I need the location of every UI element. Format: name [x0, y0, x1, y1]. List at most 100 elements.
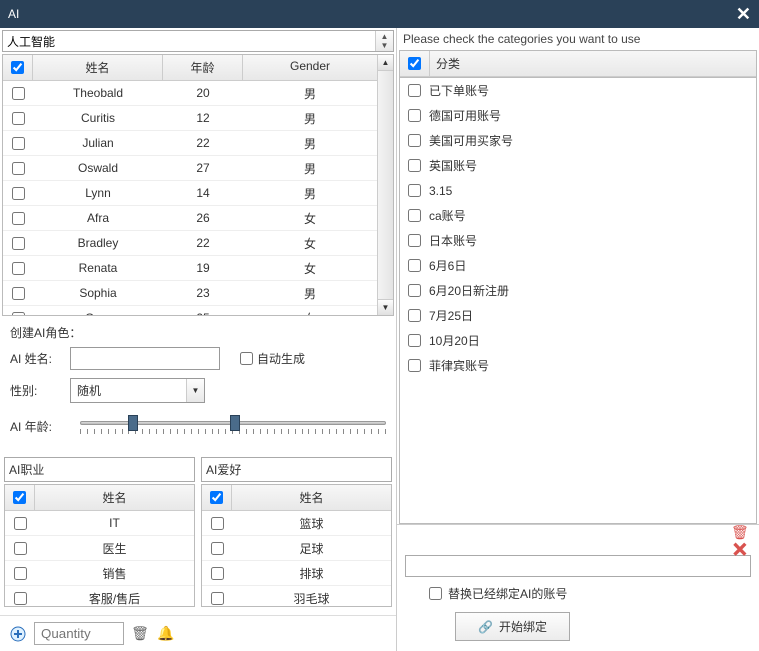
window-title: AI: [8, 7, 19, 21]
row-checkbox[interactable]: [12, 312, 25, 316]
table-row[interactable]: Sophia23男: [3, 281, 377, 306]
item-checkbox[interactable]: [211, 517, 224, 530]
row-checkbox[interactable]: [12, 212, 25, 225]
auto-generate-checkbox[interactable]: [240, 352, 253, 365]
cell-name: Theobald: [33, 86, 163, 100]
select-all-checkbox[interactable]: [11, 61, 24, 74]
category-checkbox[interactable]: [408, 334, 421, 347]
table-row[interactable]: Gary25女: [3, 306, 377, 315]
job-col-header[interactable]: 姓名: [35, 485, 194, 510]
col-gender[interactable]: Gender: [243, 55, 377, 80]
row-checkbox[interactable]: [12, 137, 25, 150]
category-checkbox[interactable]: [408, 84, 421, 97]
category-checkbox[interactable]: [408, 359, 421, 372]
category-row[interactable]: 10月20日: [400, 328, 756, 353]
table-row[interactable]: Oswald27男: [3, 156, 377, 181]
add-icon[interactable]: [8, 624, 28, 644]
category-row[interactable]: 已下单账号: [400, 78, 756, 103]
category-select-all[interactable]: [408, 57, 421, 70]
category-checkbox[interactable]: [408, 134, 421, 147]
cell-name: Curitis: [33, 111, 163, 125]
cell-age: 20: [163, 86, 243, 100]
list-item[interactable]: 客服/售后: [5, 586, 194, 607]
table-row[interactable]: Bradley22女: [3, 231, 377, 256]
item-checkbox[interactable]: [211, 592, 224, 605]
table-row[interactable]: Curitis12男: [3, 106, 377, 131]
category-checkbox[interactable]: [408, 184, 421, 197]
item-checkbox[interactable]: [14, 517, 27, 530]
list-item[interactable]: 羽毛球: [202, 586, 391, 607]
trash-icon[interactable]: 🗑: [130, 624, 150, 644]
col-age[interactable]: 年龄: [163, 55, 243, 80]
item-checkbox[interactable]: [14, 542, 27, 555]
job-select-all[interactable]: [13, 491, 26, 504]
list-item[interactable]: 医生: [5, 536, 194, 561]
hobby-col-header[interactable]: 姓名: [232, 485, 391, 510]
people-scrollbar[interactable]: ▲ ▼: [377, 55, 393, 315]
category-row[interactable]: 菲律宾账号: [400, 353, 756, 378]
table-row[interactable]: Julian22男: [3, 131, 377, 156]
cell-name: Julian: [33, 136, 163, 150]
row-checkbox[interactable]: [12, 187, 25, 200]
slider-thumb-min[interactable]: [128, 415, 138, 431]
list-item[interactable]: 足球: [202, 536, 391, 561]
row-checkbox[interactable]: [12, 262, 25, 275]
close-icon[interactable]: ✕: [736, 4, 751, 25]
start-bind-button[interactable]: 🔗 开始绑定: [455, 612, 570, 641]
output-field[interactable]: [405, 555, 751, 577]
ai-name-input[interactable]: [70, 347, 220, 370]
row-checkbox[interactable]: [12, 112, 25, 125]
row-checkbox[interactable]: [12, 287, 25, 300]
category-checkbox[interactable]: [408, 159, 421, 172]
gender-select[interactable]: 随机 ▼: [70, 378, 205, 403]
category-row[interactable]: 6月20日新注册: [400, 278, 756, 303]
category-row[interactable]: 美国可用买家号: [400, 128, 756, 153]
item-checkbox[interactable]: [211, 567, 224, 580]
category-row[interactable]: 德国可用账号: [400, 103, 756, 128]
remove-link-icon[interactable]: 🗑✖: [731, 531, 751, 551]
auto-generate-label[interactable]: 自动生成: [240, 350, 305, 367]
category-checkbox[interactable]: [408, 234, 421, 247]
item-checkbox[interactable]: [211, 542, 224, 555]
list-item[interactable]: 销售: [5, 561, 194, 586]
cell-age: 14: [163, 186, 243, 200]
table-row[interactable]: Theobald20男: [3, 81, 377, 106]
cell-name: Renata: [33, 261, 163, 275]
category-col-header[interactable]: 分类: [430, 51, 756, 76]
category-row[interactable]: ca账号: [400, 203, 756, 228]
replace-checkbox[interactable]: [429, 587, 442, 600]
category-checkbox[interactable]: [408, 259, 421, 272]
col-name[interactable]: 姓名: [33, 55, 163, 80]
quantity-input[interactable]: [34, 622, 124, 645]
category-row[interactable]: 6月6日: [400, 253, 756, 278]
table-row[interactable]: Afra26女: [3, 206, 377, 231]
table-row[interactable]: Renata19女: [3, 256, 377, 281]
item-checkbox[interactable]: [14, 567, 27, 580]
list-item[interactable]: 排球: [202, 561, 391, 586]
gender-label: 性别:: [10, 382, 70, 399]
list-item[interactable]: 篮球: [202, 511, 391, 536]
age-slider[interactable]: [80, 411, 386, 441]
search-input[interactable]: [3, 31, 375, 51]
category-checkbox[interactable]: [408, 284, 421, 297]
item-checkbox[interactable]: [14, 592, 27, 605]
slider-thumb-max[interactable]: [230, 415, 240, 431]
scroll-up-icon[interactable]: ▲: [378, 55, 393, 71]
category-checkbox[interactable]: [408, 209, 421, 222]
row-checkbox[interactable]: [12, 162, 25, 175]
titlebar: AI ✕: [0, 0, 759, 28]
category-row[interactable]: 3.15: [400, 178, 756, 203]
search-dropdown-button[interactable]: ▲▼: [375, 31, 393, 51]
row-checkbox[interactable]: [12, 237, 25, 250]
table-row[interactable]: Lynn14男: [3, 181, 377, 206]
row-checkbox[interactable]: [12, 87, 25, 100]
category-checkbox[interactable]: [408, 309, 421, 322]
category-row[interactable]: 7月25日: [400, 303, 756, 328]
bell-icon[interactable]: 🔔: [156, 624, 176, 644]
scroll-down-icon[interactable]: ▼: [378, 299, 393, 315]
list-item[interactable]: IT: [5, 511, 194, 536]
category-row[interactable]: 英国账号: [400, 153, 756, 178]
category-row[interactable]: 日本账号: [400, 228, 756, 253]
hobby-select-all[interactable]: [210, 491, 223, 504]
category-checkbox[interactable]: [408, 109, 421, 122]
